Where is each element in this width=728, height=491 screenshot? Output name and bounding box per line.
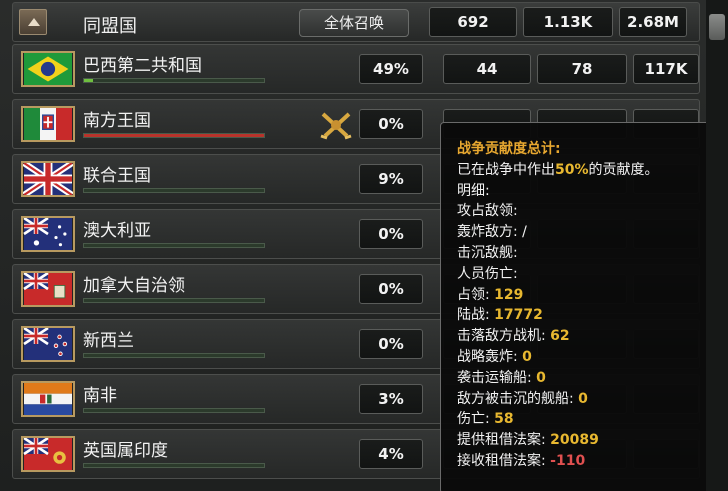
tooltip-line: 击沉敌舰: [457, 244, 518, 261]
tooltip-line: 战略轰炸: 0 [457, 348, 532, 365]
new-zealand-flag-icon [21, 326, 75, 362]
contribution-bar [83, 463, 265, 468]
crossed-swords-icon [319, 110, 353, 140]
italy-flag-icon [21, 106, 75, 142]
scroll-thumb[interactable] [709, 14, 725, 40]
contribution-percent: 3% [359, 384, 423, 414]
country-row[interactable]: 巴西第二共和国 49% 44 78 117K [12, 44, 700, 94]
tooltip-line: 袭击运输船: 0 [457, 369, 546, 386]
header-stat: 1.13K [523, 7, 613, 37]
contribution-bar [83, 133, 265, 138]
tooltip-line: 陆战: 17772 [457, 307, 543, 324]
contribution-percent: 0% [359, 109, 423, 139]
contribution-percent: 4% [359, 439, 423, 469]
country-name: 南非 [83, 386, 117, 406]
country-name: 南方王国 [83, 111, 151, 131]
summon-all-button[interactable]: 全体召唤 [299, 9, 409, 37]
contribution-bar [83, 408, 265, 413]
country-name: 新西兰 [83, 331, 134, 351]
brazil-flag-icon [21, 51, 75, 87]
contribution-bar [83, 78, 265, 83]
tooltip-line: 伤亡: 58 [457, 411, 514, 428]
stat-cell: 44 [443, 54, 531, 84]
contribution-bar [83, 188, 265, 193]
british-india-flag-icon [21, 436, 75, 472]
war-contribution-tooltip: 战争贡献度总计: 已在战争中作出50%的贡献度。 明细: 攻占敌领: 轰炸敌方:… [440, 122, 728, 491]
tooltip-line: 提供租借法案: 20089 [457, 432, 599, 449]
tooltip-line: 接收租借法案: -110 [457, 452, 586, 469]
scrollbar[interactable] [706, 0, 728, 491]
tooltip-summary: 已在战争中作出50%的贡献度。 [457, 161, 659, 178]
tooltip-line: 敌方被击沉的舰船: 0 [457, 390, 588, 407]
country-name: 联合王国 [83, 166, 151, 186]
faction-title: 同盟国 [83, 16, 137, 37]
header-stat: 2.68M [619, 7, 687, 37]
contribution-percent: 9% [359, 164, 423, 194]
tooltip-line: 轰炸敌方: / [457, 224, 527, 241]
tooltip-line: 占领: 129 [457, 286, 524, 303]
contribution-bar [83, 243, 265, 248]
faction-header: 同盟国 全体召唤 692 1.13K 2.68M [12, 2, 700, 42]
uk-flag-icon [21, 161, 75, 197]
country-name: 巴西第二共和国 [83, 56, 202, 76]
tooltip-detail-label: 明细: [457, 182, 490, 199]
canada-flag-icon [21, 271, 75, 307]
contribution-percent: 0% [359, 219, 423, 249]
stat-cell: 78 [537, 54, 627, 84]
contribution-percent: 49% [359, 54, 423, 84]
contribution-percent: 0% [359, 274, 423, 304]
south-africa-flag-icon [21, 381, 75, 417]
collapse-button[interactable] [19, 9, 47, 35]
country-name: 加拿大自治领 [83, 276, 185, 296]
country-name: 英国属印度 [83, 441, 168, 461]
stat-cell: 117K [633, 54, 699, 84]
country-name: 澳大利亚 [83, 221, 151, 241]
contribution-percent: 0% [359, 329, 423, 359]
header-stat: 692 [429, 7, 517, 37]
tooltip-title: 战争贡献度总计: [457, 141, 561, 157]
australia-flag-icon [21, 216, 75, 252]
contribution-bar [83, 353, 265, 358]
tooltip-line: 攻占敌领: [457, 203, 518, 220]
tooltip-line: 击落敌方战机: 62 [457, 328, 570, 345]
tooltip-line: 人员伤亡: [457, 265, 518, 282]
contribution-bar [83, 298, 265, 303]
